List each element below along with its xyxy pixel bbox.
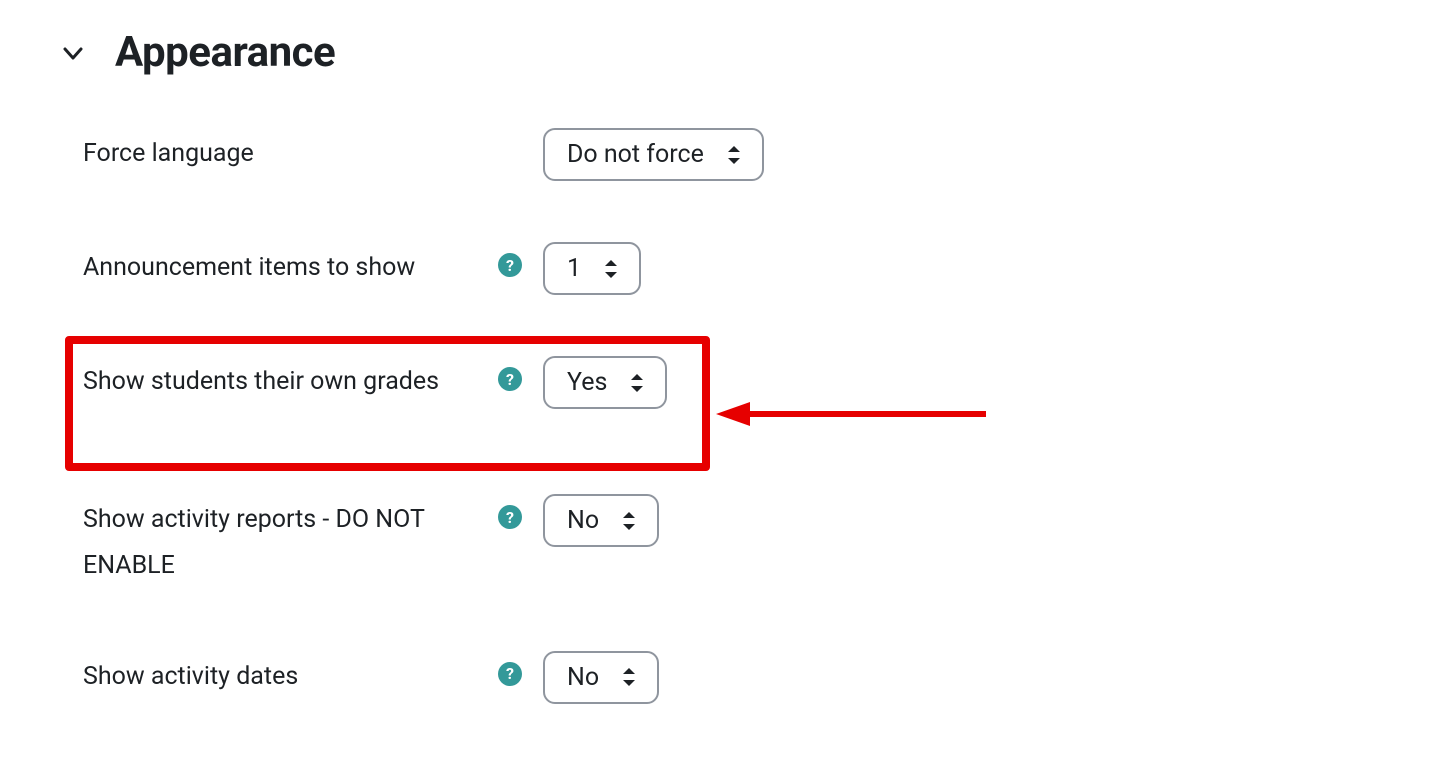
- label-show-reports: Show activity reports - DO NOT ENABLE: [83, 489, 488, 590]
- select-announcement-items[interactable]: 1: [543, 242, 641, 295]
- caret-sort-icon: [726, 144, 742, 166]
- select-show-grades[interactable]: Yes: [543, 356, 667, 409]
- section-toggle-appearance[interactable]: Appearance: [61, 28, 1434, 77]
- section-title: Appearance: [115, 28, 335, 77]
- field-force-language: Force language Do not force: [83, 123, 1434, 181]
- label-show-grades: Show students their own grades: [83, 351, 439, 405]
- select-show-reports[interactable]: No: [543, 494, 659, 547]
- caret-sort-icon: [603, 258, 619, 280]
- label-show-dates: Show activity dates: [83, 646, 298, 700]
- select-value: Yes: [567, 370, 607, 395]
- select-value: No: [567, 665, 599, 690]
- label-force-language: Force language: [83, 123, 254, 177]
- field-announcement-items: Announcement items to show ? 1: [83, 237, 1434, 295]
- help-icon[interactable]: ?: [498, 662, 522, 686]
- help-icon[interactable]: ?: [498, 253, 522, 277]
- caret-sort-icon: [629, 372, 645, 394]
- label-announcement-items: Announcement items to show: [83, 237, 415, 291]
- select-value: Do not force: [567, 142, 704, 167]
- help-icon[interactable]: ?: [498, 505, 522, 529]
- field-show-dates: Show activity dates ? No: [83, 646, 1434, 704]
- select-show-dates[interactable]: No: [543, 651, 659, 704]
- caret-sort-icon: [621, 510, 637, 532]
- chevron-down-icon: [61, 41, 85, 65]
- field-show-grades: Show students their own grades ? Yes: [83, 351, 1434, 409]
- select-force-language[interactable]: Do not force: [543, 128, 764, 181]
- help-icon[interactable]: ?: [498, 367, 522, 391]
- select-value: No: [567, 508, 599, 533]
- select-value: 1: [567, 256, 581, 281]
- caret-sort-icon: [621, 666, 637, 688]
- field-show-reports: Show activity reports - DO NOT ENABLE ? …: [83, 489, 1434, 590]
